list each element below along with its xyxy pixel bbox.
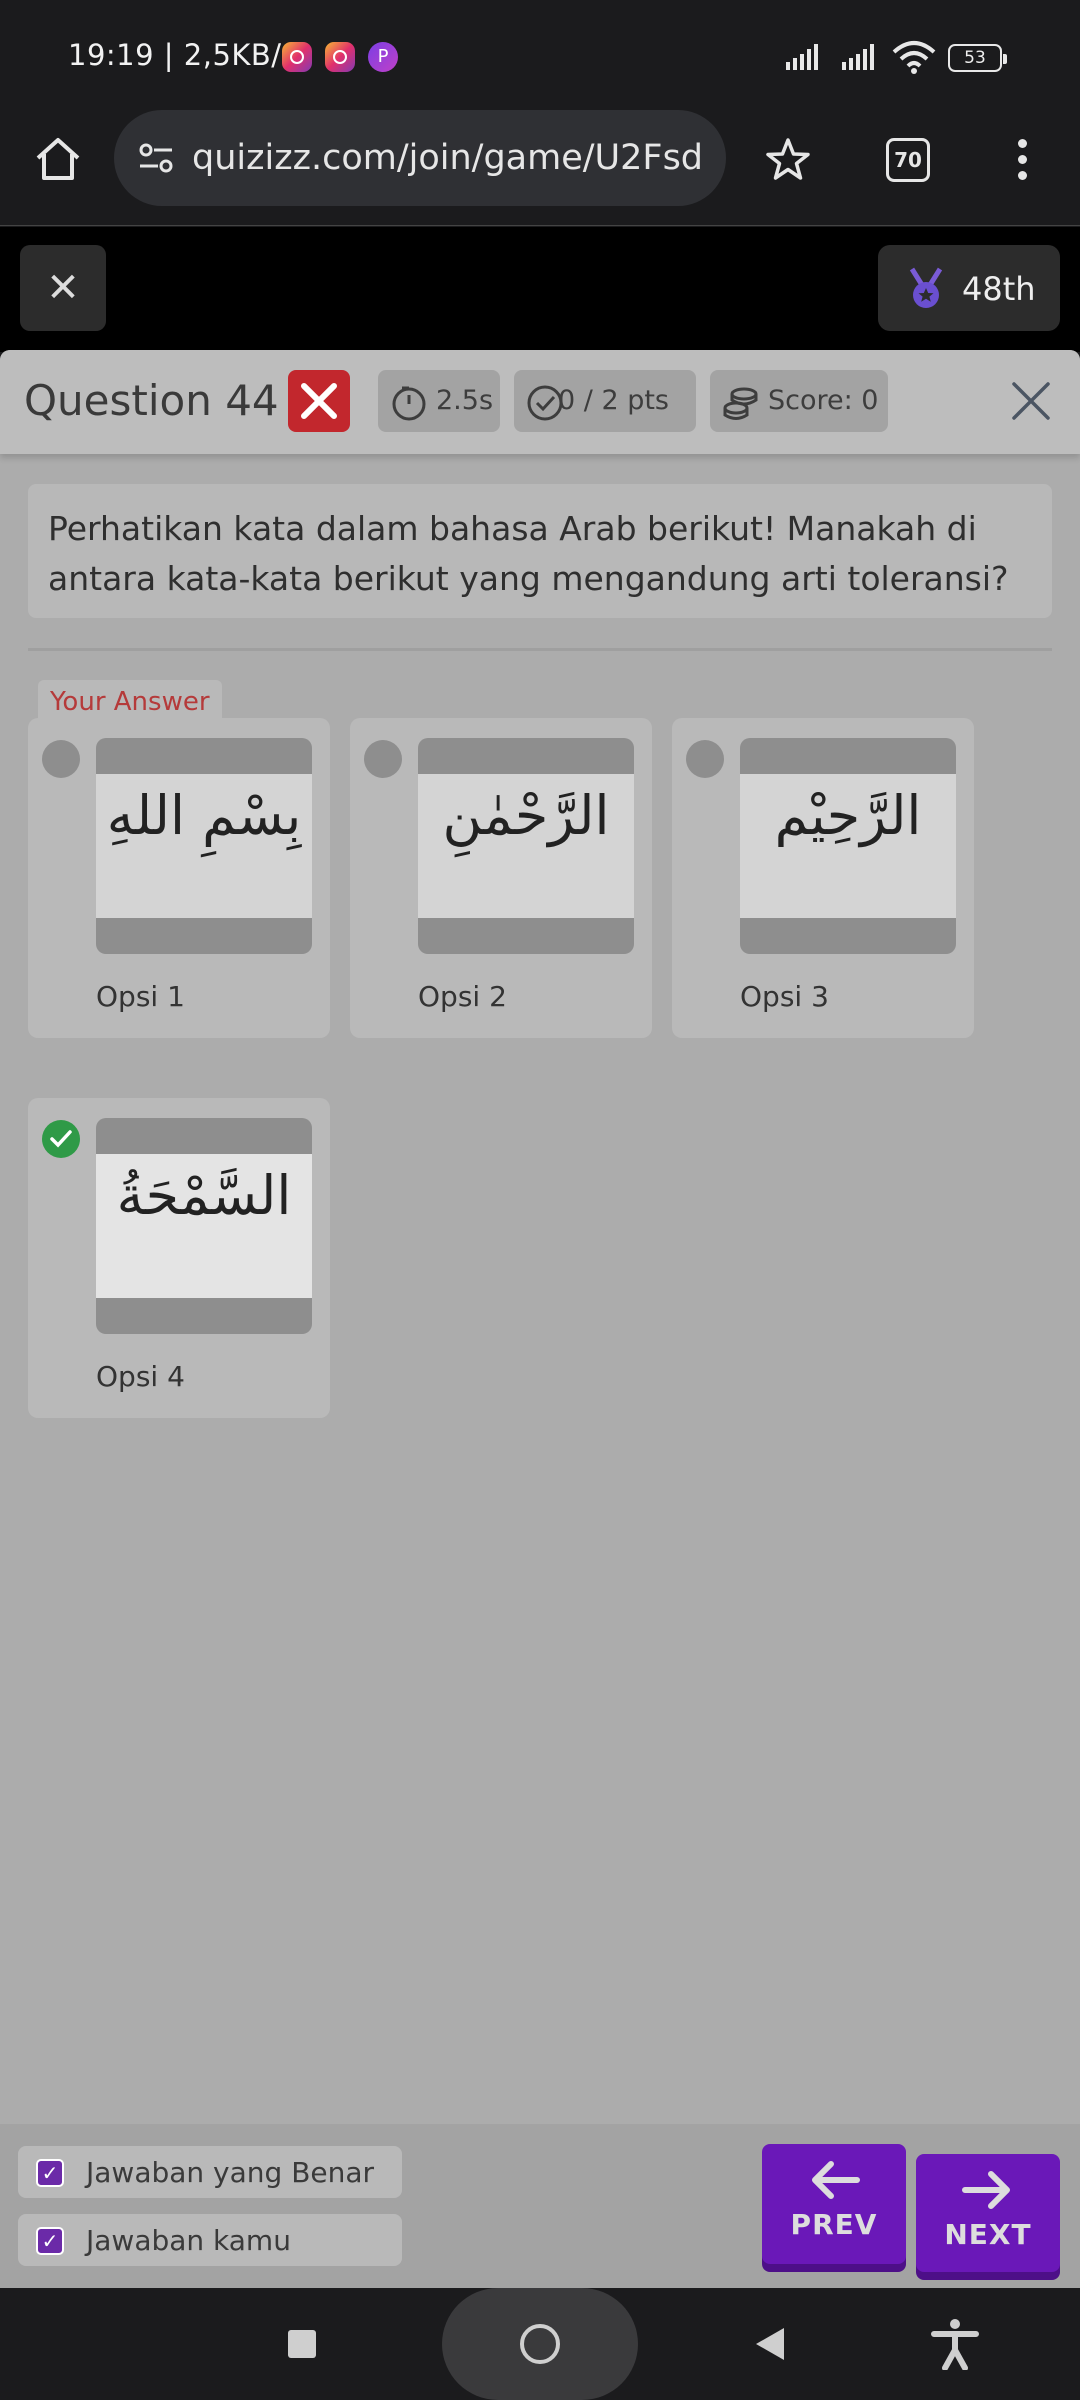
option-card-3[interactable]: الرَّحِيْم Opsi 3	[672, 718, 974, 1038]
instagram-icon	[282, 42, 312, 72]
divider	[28, 648, 1052, 651]
home-button[interactable]	[442, 2288, 638, 2400]
show-your-answer-toggle[interactable]: ✓ Jawaban kamu	[18, 2214, 402, 2266]
option-image: الرَّحْمٰنِ	[418, 738, 634, 954]
option-label: Opsi 1	[96, 980, 185, 1013]
option-image: السَّمْحَةُ	[96, 1118, 312, 1334]
points-value: 0 / 2 pts	[558, 385, 669, 416]
wrong-x-icon	[301, 383, 337, 419]
address-bar[interactable]: quizizz.com/join/game/U2Fsd	[114, 110, 726, 206]
exit-game-button[interactable]: ✕	[20, 245, 106, 331]
timer-icon	[392, 386, 426, 421]
arrow-left-icon	[812, 2161, 860, 2199]
system-nav-bar	[0, 2288, 1080, 2400]
question-header: Question 44 2.5s 0 / 2 pts Score: 0	[0, 350, 1080, 454]
status-time: 19:19 | 2,5KB/d	[68, 38, 301, 72]
show-correct-answer-label: Jawaban yang Benar	[86, 2156, 375, 2189]
points-pill: 0 / 2 pts	[514, 370, 696, 432]
question-review-panel: Question 44 2.5s 0 / 2 pts Score: 0 Perh…	[0, 350, 1080, 2288]
wrong-answer-badge	[288, 370, 350, 432]
arabic-word: الرَّحِيْم	[774, 784, 922, 847]
time-taken-pill: 2.5s	[378, 370, 500, 432]
score-pill: Score: 0	[710, 370, 888, 432]
checkbox-checked-icon[interactable]: ✓	[36, 2159, 64, 2187]
home-circle-icon	[520, 2324, 560, 2364]
recents-icon[interactable]	[288, 2330, 316, 2358]
option-radio	[42, 740, 80, 778]
coins-icon	[723, 387, 758, 420]
option-image: الرَّحِيْم	[740, 738, 956, 954]
arabic-word: السَّمْحَةُ	[116, 1164, 292, 1227]
tab-switcher-button[interactable]: 70	[886, 138, 930, 182]
question-text: Perhatikan kata dalam bahasa Arab beriku…	[28, 484, 1052, 618]
picsart-icon: P	[368, 42, 398, 72]
option-label: Opsi 4	[96, 1360, 185, 1393]
prev-label: PREV	[790, 2208, 878, 2241]
next-label: NEXT	[944, 2218, 1032, 2251]
more-options-icon[interactable]	[1010, 134, 1034, 190]
instagram-icon	[325, 42, 355, 72]
url-text[interactable]: quizizz.com/join/game/U2Fsd	[192, 138, 703, 178]
next-button[interactable]: NEXT	[916, 2154, 1060, 2272]
option-label: Opsi 3	[740, 980, 829, 1013]
home-icon[interactable]	[30, 132, 86, 188]
option-card-1[interactable]: بِسْمِ اللهِ Opsi 1	[28, 718, 330, 1038]
bookmark-star-icon[interactable]	[760, 132, 816, 188]
question-title: Question 44	[24, 376, 279, 425]
correct-check-icon	[42, 1120, 80, 1158]
checkbox-checked-icon[interactable]: ✓	[36, 2227, 64, 2255]
review-footer: ✓ Jawaban yang Benar ✓ Jawaban kamu PREV…	[0, 2124, 1080, 2288]
medal-icon	[909, 267, 943, 308]
option-label: Opsi 2	[418, 980, 507, 1013]
option-card-2[interactable]: الرَّحْمٰنِ Opsi 2	[350, 718, 652, 1038]
time-taken-value: 2.5s	[436, 385, 494, 416]
game-header: ✕ 48th	[0, 227, 1080, 352]
site-settings-icon[interactable]	[134, 136, 178, 180]
browser-toolbar: quizizz.com/join/game/U2Fsd 70	[0, 110, 1080, 226]
close-icon[interactable]	[1010, 380, 1052, 422]
option-card-4[interactable]: السَّمْحَةُ Opsi 4	[28, 1098, 330, 1418]
option-radio	[686, 740, 724, 778]
rank-badge: 48th	[878, 245, 1060, 331]
arabic-word: بِسْمِ اللهِ	[106, 784, 302, 847]
signal-icon	[842, 44, 874, 70]
prev-button[interactable]: PREV	[762, 2144, 906, 2264]
option-image: بِسْمِ اللهِ	[96, 738, 312, 954]
signal-icon	[786, 44, 818, 70]
rank-text: 48th	[962, 270, 1036, 308]
back-icon[interactable]	[756, 2328, 784, 2360]
option-radio	[364, 740, 402, 778]
battery-icon: 53	[948, 44, 1007, 72]
show-correct-answer-toggle[interactable]: ✓ Jawaban yang Benar	[18, 2146, 402, 2198]
arabic-word: الرَّحْمٰنِ	[442, 784, 610, 847]
arrow-right-icon	[962, 2171, 1010, 2209]
show-your-answer-label: Jawaban kamu	[86, 2224, 291, 2257]
wifi-icon	[892, 41, 936, 74]
accessibility-icon[interactable]	[930, 2318, 980, 2370]
status-bar: 19:19 | 2,5KB/d P 53	[0, 0, 1080, 110]
score-value: Score: 0	[768, 385, 879, 416]
